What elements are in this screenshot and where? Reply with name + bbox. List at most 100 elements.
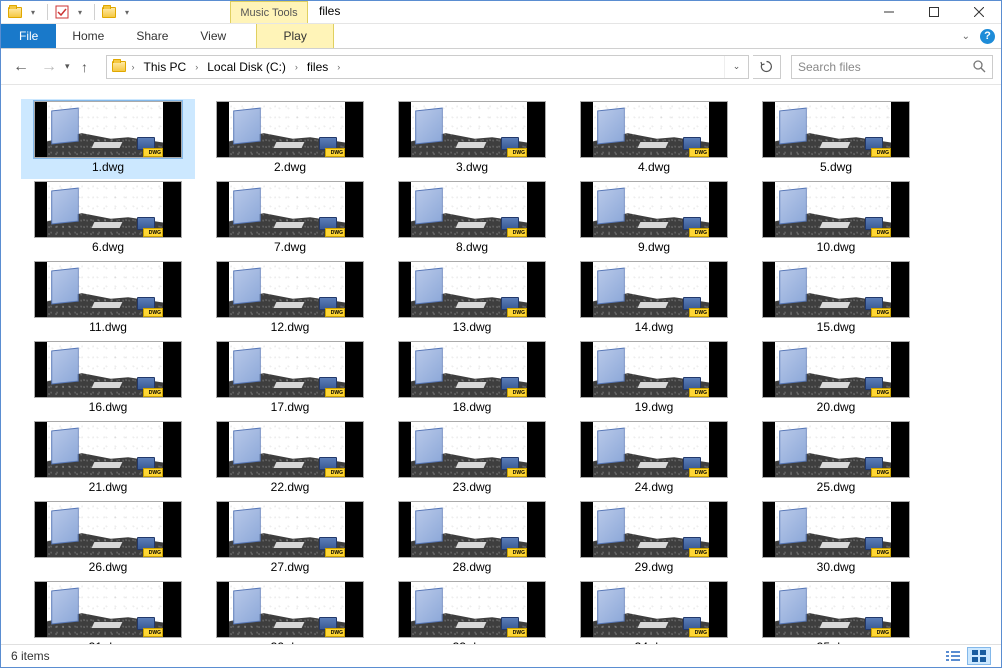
file-thumbnail: DWG xyxy=(398,101,546,158)
dwg-badge-icon: DWG xyxy=(319,297,345,317)
file-name-label: 28.dwg xyxy=(453,560,492,574)
file-item[interactable]: DWG24.dwg xyxy=(567,419,741,499)
file-item[interactable]: DWG10.dwg xyxy=(749,179,923,259)
file-item[interactable]: DWG5.dwg xyxy=(749,99,923,179)
dwg-badge-icon: DWG xyxy=(319,617,345,637)
properties-icon[interactable] xyxy=(54,4,70,20)
file-item[interactable]: DWG33.dwg xyxy=(385,579,559,644)
file-name-label: 23.dwg xyxy=(453,480,492,494)
file-item[interactable]: DWG18.dwg xyxy=(385,339,559,419)
qat-separator xyxy=(94,4,95,20)
dwg-badge-icon: DWG xyxy=(319,137,345,157)
tab-home[interactable]: Home xyxy=(56,24,120,48)
qat-chevron-icon[interactable]: ▾ xyxy=(72,4,88,20)
tab-view[interactable]: View xyxy=(184,24,242,48)
tab-play[interactable]: Play xyxy=(256,24,334,48)
search-box[interactable] xyxy=(791,55,993,79)
file-item[interactable]: DWG17.dwg xyxy=(203,339,377,419)
chevron-right-icon[interactable]: › xyxy=(192,62,201,72)
up-button[interactable]: ↑ xyxy=(74,56,96,78)
history-dropdown-icon[interactable]: ▾ xyxy=(65,61,70,72)
dwg-badge-icon: DWG xyxy=(319,217,345,237)
file-item[interactable]: DWG25.dwg xyxy=(749,419,923,499)
file-item[interactable]: DWG32.dwg xyxy=(203,579,377,644)
file-item[interactable]: DWG 20.dwg xyxy=(749,339,923,419)
breadcrumb-segment[interactable]: files xyxy=(303,56,332,78)
file-item[interactable]: DWG27.dwg xyxy=(203,499,377,579)
item-count: 6 items xyxy=(11,649,50,663)
refresh-button[interactable] xyxy=(753,55,781,79)
file-name-label: 19.dwg xyxy=(635,400,674,414)
file-item[interactable]: DWG22.dwg xyxy=(203,419,377,499)
dwg-badge-icon: DWG xyxy=(865,457,891,477)
address-dropdown-icon[interactable]: ⌄ xyxy=(724,56,748,78)
file-item[interactable]: DWG1.dwg xyxy=(21,99,195,179)
file-item[interactable]: DWG6.dwg xyxy=(21,179,195,259)
dwg-badge-icon: DWG xyxy=(683,457,709,477)
ribbon-collapse-icon[interactable]: ⌄ xyxy=(962,31,970,42)
file-item[interactable]: DWG13.dwg xyxy=(385,259,559,339)
file-item[interactable]: DWG26.dwg xyxy=(21,499,195,579)
file-item[interactable]: DWG 28.dwg xyxy=(385,499,559,579)
file-item[interactable]: DWG7.dwg xyxy=(203,179,377,259)
file-thumbnail: DWG xyxy=(580,421,728,478)
chevron-right-icon[interactable]: › xyxy=(292,62,301,72)
forward-button[interactable]: → xyxy=(37,55,61,79)
file-grid[interactable]: DWG1.dwgDWG2.dwgDWG3.dwgDWG4.dwgDWG5.dwg… xyxy=(1,85,1001,644)
file-item[interactable]: DWG9.dwg xyxy=(567,179,741,259)
file-name-label: 4.dwg xyxy=(638,160,670,174)
details-view-button[interactable] xyxy=(941,647,965,665)
file-item[interactable]: DWG8.dwg xyxy=(385,179,559,259)
quick-access-toolbar: ▾ ▾ ▾ xyxy=(1,4,135,20)
file-item[interactable]: DWG31.dwg xyxy=(21,579,195,644)
dwg-badge-icon: DWG xyxy=(683,297,709,317)
file-item[interactable]: DWG21.dwg xyxy=(21,419,195,499)
new-folder-icon[interactable] xyxy=(101,4,117,20)
tab-file[interactable]: File xyxy=(1,24,56,48)
close-button[interactable] xyxy=(956,1,1001,23)
back-button[interactable]: ← xyxy=(9,55,33,79)
window-title: files xyxy=(319,4,340,18)
file-item[interactable]: DWG29.dwg xyxy=(567,499,741,579)
search-input[interactable] xyxy=(798,60,973,74)
file-item[interactable]: DWG12.dwg xyxy=(203,259,377,339)
file-item[interactable]: DWG30.dwg xyxy=(749,499,923,579)
file-name-label: 17.dwg xyxy=(271,400,310,414)
chevron-right-icon[interactable]: › xyxy=(334,62,343,72)
chevron-right-icon[interactable]: › xyxy=(129,62,138,72)
thumbnails-view-button[interactable] xyxy=(967,647,991,665)
file-name-label: 8.dwg xyxy=(456,240,488,254)
file-item[interactable]: DWG35.dwg xyxy=(749,579,923,644)
file-item[interactable]: DWG19.dwg xyxy=(567,339,741,419)
file-item[interactable]: DWG14.dwg xyxy=(567,259,741,339)
file-item[interactable]: DWG23.dwg xyxy=(385,419,559,499)
file-item[interactable]: DWG34.dwg xyxy=(567,579,741,644)
file-thumbnail: DWG xyxy=(398,501,546,558)
help-icon[interactable]: ? xyxy=(980,29,995,44)
file-item[interactable]: DWG 3.dwg xyxy=(385,99,559,179)
breadcrumb-segment[interactable]: This PC xyxy=(140,56,191,78)
tab-share[interactable]: Share xyxy=(120,24,184,48)
file-item[interactable]: DWG4.dwg xyxy=(567,99,741,179)
breadcrumb-segment[interactable]: Local Disk (C:) xyxy=(203,56,290,78)
maximize-button[interactable] xyxy=(911,1,956,23)
address-bar[interactable]: › This PC › Local Disk (C:) › files › ⌄ xyxy=(106,55,749,79)
file-item[interactable]: DWG11.dwg xyxy=(21,259,195,339)
file-thumbnail: DWG xyxy=(216,101,364,158)
minimize-button[interactable] xyxy=(866,1,911,23)
dwg-badge-icon: DWG xyxy=(137,377,163,397)
file-item[interactable]: DWG 16.dwg xyxy=(21,339,195,419)
file-item[interactable]: DWG15.dwg xyxy=(749,259,923,339)
dwg-badge-icon: DWG xyxy=(865,137,891,157)
qat-chevron-icon[interactable]: ▾ xyxy=(25,4,41,20)
qat-dropdown-icon[interactable]: ▾ xyxy=(119,4,135,20)
contextual-tools-tab[interactable]: Music Tools xyxy=(230,1,308,23)
file-name-label: 3.dwg xyxy=(456,160,488,174)
file-name-label: 20.dwg xyxy=(817,400,856,414)
file-thumbnail: DWG xyxy=(580,261,728,318)
file-name-label: 16.dwg xyxy=(89,400,128,414)
search-icon[interactable] xyxy=(973,60,986,73)
file-thumbnail: DWG xyxy=(762,341,910,398)
dwg-badge-icon: DWG xyxy=(501,537,527,557)
file-item[interactable]: DWG2.dwg xyxy=(203,99,377,179)
